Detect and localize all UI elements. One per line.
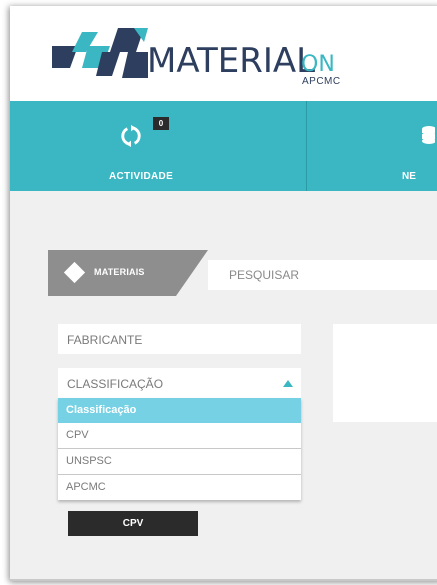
logo[interactable]: MATERIAL ON APCMC	[50, 24, 370, 87]
nav-item-label: ACTIVIDADE	[108, 171, 174, 182]
tab-label: MATERIAIS	[94, 267, 145, 277]
nav-bar: 0 ACTIVIDADE NE	[10, 101, 437, 191]
nav-item-ne[interactable]: NE	[307, 101, 437, 191]
cpv-button[interactable]: CPV	[68, 511, 198, 536]
classificacao-dropdown-list: Classificação CPV UNSPSC APCMC	[58, 398, 301, 500]
header: MATERIAL ON APCMC	[10, 6, 437, 101]
logo-text: MATERIAL	[147, 41, 316, 81]
dropdown-option-classificacao[interactable]: Classificação	[58, 398, 301, 423]
stack-icon	[422, 126, 435, 144]
filter-label: FABRICANTE	[67, 333, 143, 347]
refresh-icon	[121, 125, 141, 147]
dropdown-option-cpv[interactable]: CPV	[58, 423, 301, 448]
filter-label: CLASSIFICAÇÃO	[67, 377, 164, 391]
nav-item-actividade[interactable]: 0 ACTIVIDADE	[10, 101, 307, 191]
search-input[interactable]	[229, 260, 437, 290]
materials-search-bar: MATERIAIS	[48, 250, 437, 296]
search-box	[208, 260, 437, 290]
chevron-up-icon[interactable]	[283, 380, 293, 387]
logo-sub-text: APCMC	[302, 76, 341, 87]
nav-item-label: NE	[402, 171, 416, 182]
tab-materiais[interactable]: MATERIAIS	[48, 250, 208, 296]
results-panel	[333, 324, 437, 422]
fabricante-filter[interactable]: FABRICANTE	[58, 324, 301, 354]
notification-badge: 0	[153, 117, 169, 130]
dropdown-option-unspsc[interactable]: UNSPSC	[58, 449, 301, 474]
app-window: MATERIAL ON APCMC 0 ACTIVIDADE NE MATERI…	[10, 6, 437, 581]
classificacao-select[interactable]: CLASSIFICAÇÃO	[58, 368, 301, 398]
dropdown-option-apcmc[interactable]: APCMC	[58, 475, 301, 500]
bottom-divider	[10, 579, 437, 581]
logo-on-text: ON	[301, 52, 335, 77]
